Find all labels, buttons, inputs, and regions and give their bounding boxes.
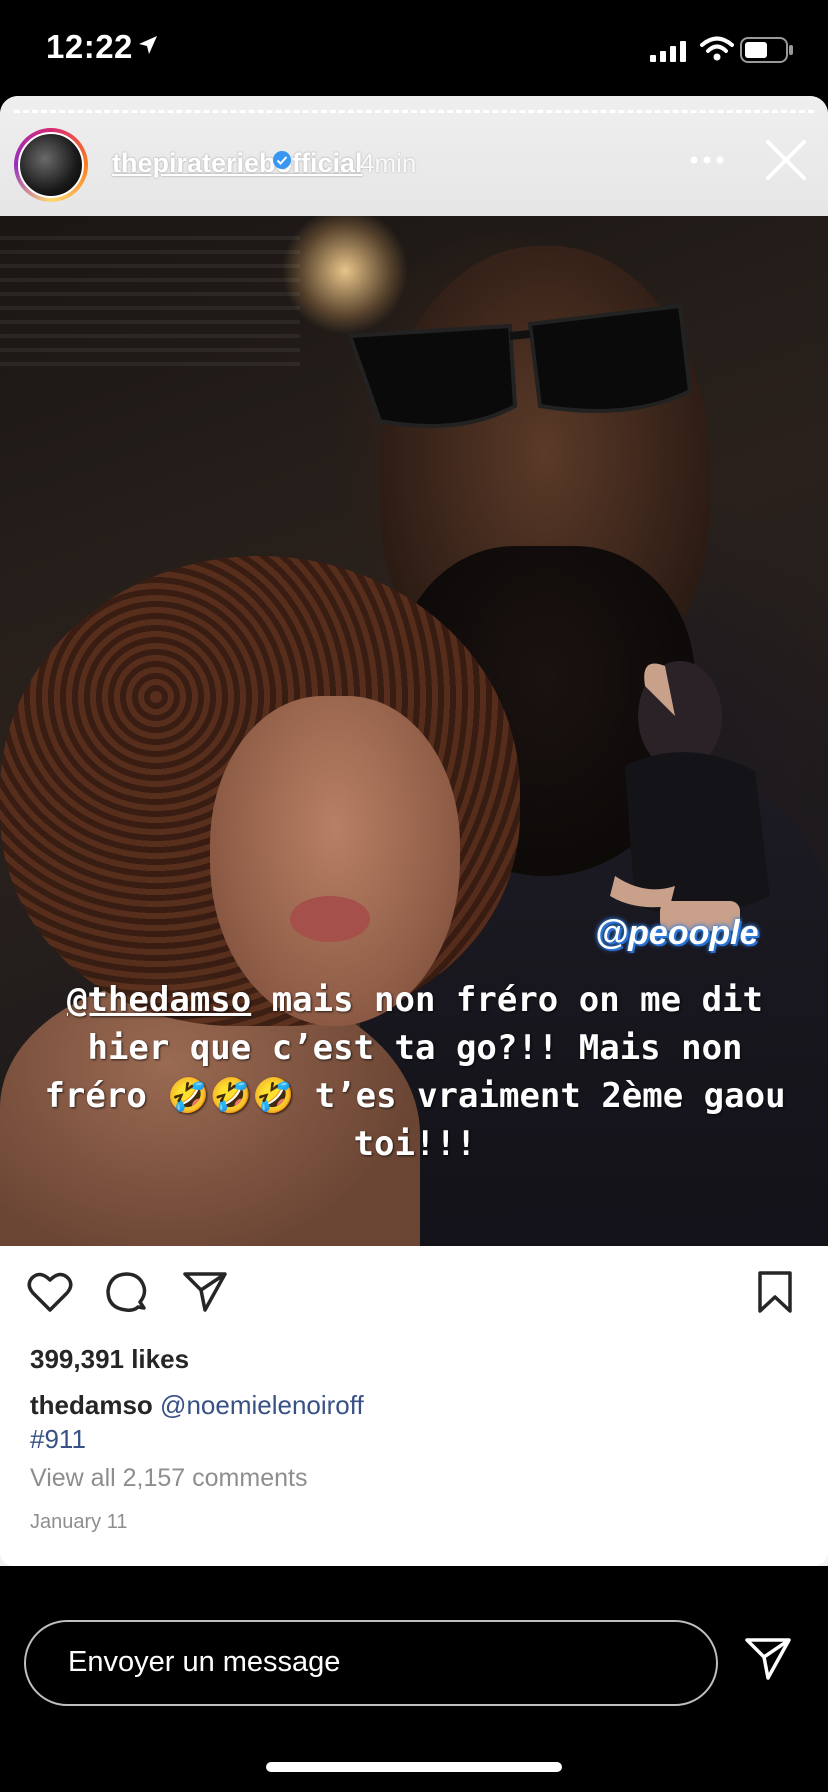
caption-username[interactable]: thedamso	[30, 1390, 153, 1420]
location-arrow-icon	[139, 36, 157, 54]
story-username[interactable]: thepirateriebofficial	[112, 148, 363, 179]
photo-woman-lips	[290, 896, 370, 942]
battery-icon	[740, 37, 793, 63]
caption-mention[interactable]: @thedamso	[67, 980, 251, 1020]
close-icon[interactable]	[764, 138, 808, 182]
comment-icon[interactable]	[104, 1270, 150, 1316]
likes-count[interactable]: 399,391 likes	[30, 1344, 189, 1375]
post-caption: thedamso @noemielenoiroff #911	[30, 1388, 364, 1456]
avatar[interactable]	[14, 128, 88, 202]
story-time: 4min	[360, 148, 417, 178]
photo-sunglasses	[347, 303, 693, 428]
story-caption: @thedamso mais non fréro on me dit hier …	[30, 976, 800, 1168]
message-placeholder: Envoyer un message	[68, 1646, 341, 1678]
view-comments-link[interactable]: View all 2,157 comments	[30, 1464, 307, 1493]
bookmark-icon[interactable]	[756, 1270, 794, 1314]
share-icon[interactable]	[182, 1270, 228, 1314]
verified-badge-icon	[273, 151, 291, 169]
post-date: January 11	[30, 1511, 128, 1533]
status-time: 12:22	[46, 28, 133, 65]
home-indicator	[266, 1762, 562, 1772]
sticker-woman-image	[610, 661, 770, 931]
post-image[interactable]: @peoople @thedamso mais non fréro on me …	[0, 216, 828, 1246]
caption-hashtag[interactable]: #911	[30, 1424, 86, 1454]
caption-mention-link[interactable]: @noemielenoiroff	[160, 1390, 364, 1420]
background-blinds	[0, 236, 300, 366]
heart-icon[interactable]	[26, 1270, 74, 1314]
sticker-brand: @peoople	[595, 914, 759, 952]
signal-icon	[650, 41, 686, 62]
story-card: thepirateriebofficial 4min @peoople @the…	[0, 96, 828, 1566]
story-header: thepirateriebofficial 4min	[0, 96, 828, 216]
wifi-icon	[700, 36, 734, 61]
status-bar: 12:22	[0, 0, 828, 96]
avatar-image	[18, 132, 84, 198]
post-footer: 399,391 likes thedamso @noemielenoiroff …	[0, 1246, 828, 1566]
send-icon[interactable]	[744, 1636, 792, 1682]
message-input[interactable]: Envoyer un message	[24, 1620, 718, 1706]
action-bar	[0, 1246, 828, 1336]
story-progress-bar	[14, 110, 814, 117]
more-icon[interactable]	[690, 156, 724, 164]
